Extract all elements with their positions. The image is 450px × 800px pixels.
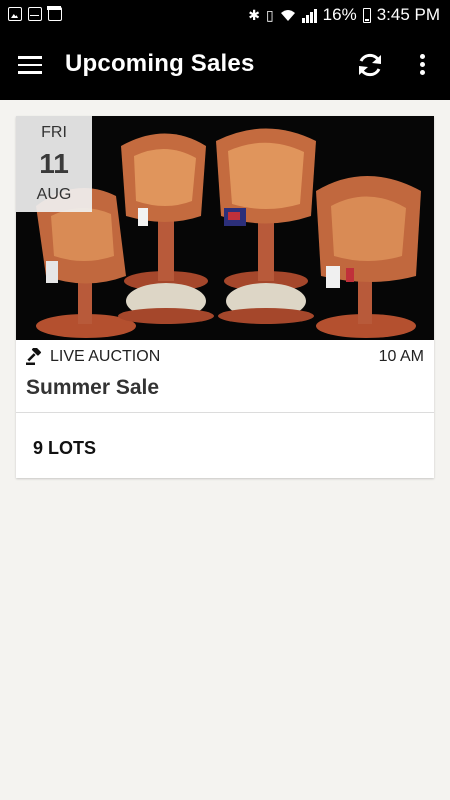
app-bar: Upcoming Sales: [0, 32, 450, 100]
bluetooth-icon: ✱: [248, 7, 260, 23]
sale-meta: LIVE AUCTION 10 AM: [16, 340, 434, 370]
date-weekday: FRI: [41, 124, 67, 141]
notification-icons: [8, 6, 62, 21]
sale-name: Summer Sale: [26, 376, 160, 399]
date-badge: FRI 11 AUG: [16, 116, 92, 212]
gallery-icon: [8, 7, 22, 21]
sale-type: LIVE AUCTION: [50, 348, 161, 365]
card-divider: [16, 412, 434, 413]
vibrate-icon: ▯: [265, 7, 274, 23]
refresh-icon[interactable]: [355, 50, 385, 80]
more-vert-icon[interactable]: [418, 54, 426, 78]
lots-count[interactable]: 9 LOTS: [33, 438, 96, 459]
calendar-icon: [47, 6, 62, 21]
wifi-icon: [280, 10, 295, 21]
sale-card[interactable]: FRI 11 AUG LIVE AUCTION 10 AM Summer Sal…: [16, 116, 434, 478]
status-bar: ✱ ▯ 16% 3:45 PM: [0, 0, 450, 32]
system-icons: ✱ ▯ 16% 3:45 PM: [248, 5, 440, 25]
date-day: 11: [39, 148, 69, 179]
clock: 3:45 PM: [376, 5, 440, 24]
signal-icon: [301, 7, 317, 23]
hamburger-menu-icon[interactable]: [18, 56, 42, 76]
saddles-photo: FRI 11 AUG: [16, 116, 434, 340]
mail-icon: [28, 7, 42, 21]
date-month: AUG: [36, 186, 72, 203]
battery-icon: [362, 7, 371, 23]
page-title: Upcoming Sales: [65, 50, 255, 77]
gavel-icon: [26, 348, 42, 365]
sale-time: 10 AM: [378, 348, 424, 365]
battery-percent: 16%: [322, 5, 357, 24]
